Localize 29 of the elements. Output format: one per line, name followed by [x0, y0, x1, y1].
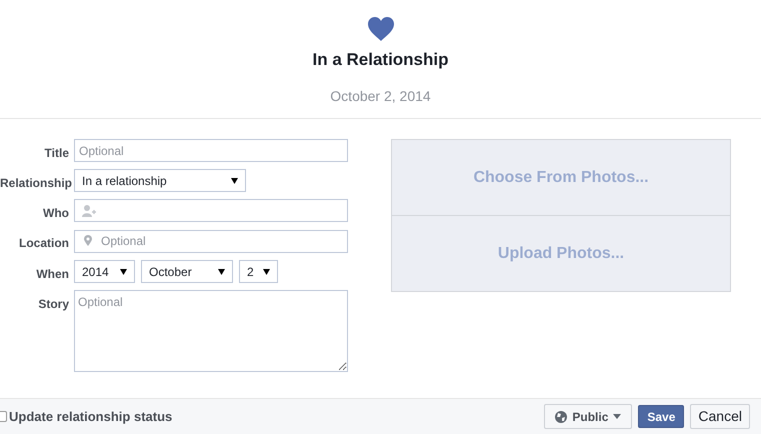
- field-label: Who: [42, 205, 69, 222]
- caret-icon: [218, 268, 225, 274]
- field-label: Relationship: [0, 175, 69, 192]
- who-field[interactable]: [74, 199, 348, 222]
- caret-icon: [120, 268, 127, 274]
- field-label: When: [35, 266, 69, 283]
- month-dropdown[interactable]: October: [141, 260, 233, 283]
- title-field[interactable]: Optional: [74, 139, 348, 162]
- year-dropdown[interactable]: 2014: [74, 260, 135, 283]
- heart-icon: [368, 17, 394, 41]
- caret-icon: [231, 178, 238, 184]
- field-label: Title: [44, 145, 69, 162]
- field-label: Location: [18, 235, 69, 252]
- location-field[interactable]: Optional: [74, 230, 348, 252]
- day-dropdown[interactable]: 2: [239, 260, 278, 283]
- map-pin-icon: [84, 235, 92, 246]
- checkbox-label: Update relationship status: [9, 408, 172, 426]
- relationship-dropdown[interactable]: In a relationship: [74, 169, 246, 192]
- field-label: Story: [37, 296, 69, 313]
- event-title: In a Relationship: [312, 49, 449, 71]
- caret-icon: [613, 414, 622, 419]
- event-date: October 2, 2014: [330, 86, 431, 106]
- story-field[interactable]: Optional: [74, 290, 348, 372]
- privacy-button[interactable]: Public: [544, 404, 632, 429]
- add-friend-icon: [82, 204, 96, 216]
- save-button[interactable]: Save: [638, 405, 684, 428]
- globe-icon: [555, 410, 568, 422]
- cancel-button[interactable]: Cancel: [690, 404, 750, 429]
- caret-icon: [263, 268, 270, 274]
